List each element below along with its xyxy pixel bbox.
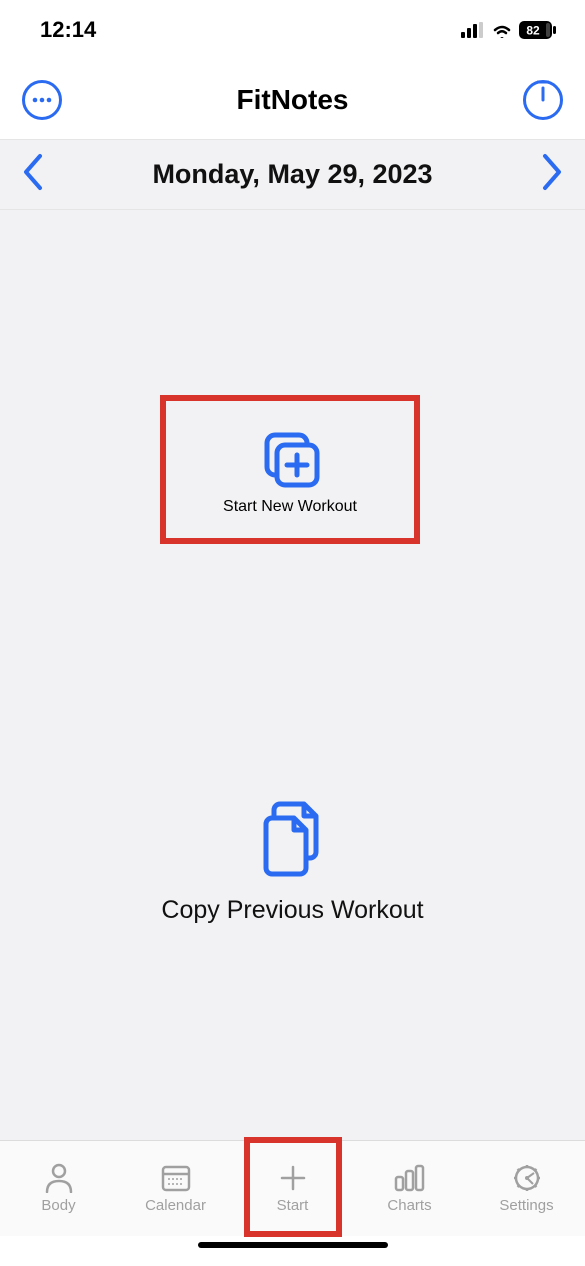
app-title: FitNotes	[237, 84, 349, 116]
more-button[interactable]	[22, 80, 62, 120]
start-new-workout-button[interactable]: Start New Workout	[186, 431, 394, 516]
tab-charts[interactable]: Charts	[351, 1141, 468, 1236]
cellular-icon	[461, 22, 485, 38]
tab-bar: Body Calendar Start Charts Settings	[0, 1140, 585, 1236]
highlight-new-workout: Start New Workout	[160, 395, 420, 544]
date-bar: Monday, May 29, 2023	[0, 140, 585, 210]
copy-previous-workout-button[interactable]: Copy Previous Workout	[133, 800, 453, 925]
nav-bar: FitNotes	[0, 60, 585, 140]
home-indicator	[198, 1242, 388, 1248]
tab-calendar[interactable]: Calendar	[117, 1141, 234, 1236]
more-icon	[32, 97, 52, 103]
wifi-icon	[491, 22, 513, 38]
tab-body[interactable]: Body	[0, 1141, 117, 1236]
gear-icon	[511, 1163, 543, 1193]
tab-settings-label: Settings	[499, 1197, 553, 1214]
battery-icon: 82	[519, 21, 557, 39]
home-indicator-area	[0, 1236, 585, 1266]
status-time: 12:14	[40, 17, 96, 43]
bars-icon	[393, 1163, 427, 1193]
chevron-left-icon	[22, 152, 44, 192]
tab-charts-label: Charts	[387, 1197, 431, 1214]
tab-settings[interactable]: Settings	[468, 1141, 585, 1236]
tab-start-label: Start	[277, 1197, 309, 1214]
stopwatch-icon	[523, 80, 563, 120]
calendar-icon	[160, 1163, 192, 1193]
add-copy-icon	[255, 431, 325, 493]
tab-calendar-label: Calendar	[145, 1197, 206, 1214]
prev-day-button[interactable]	[22, 152, 44, 197]
timer-button[interactable]	[523, 80, 563, 120]
main-content: Start New Workout Copy Previous Workout	[0, 210, 585, 1140]
copy-file-icon	[260, 800, 326, 878]
plus-icon	[277, 1163, 309, 1193]
chevron-right-icon	[541, 152, 563, 192]
current-date[interactable]: Monday, May 29, 2023	[152, 159, 432, 190]
status-indicators: 82	[461, 21, 557, 39]
tab-start[interactable]: Start	[234, 1141, 351, 1236]
status-bar: 12:14 82	[0, 0, 585, 60]
next-day-button[interactable]	[541, 152, 563, 197]
start-new-workout-label: Start New Workout	[186, 498, 394, 516]
tab-body-label: Body	[41, 1197, 75, 1214]
copy-previous-workout-label: Copy Previous Workout	[161, 896, 423, 925]
person-icon	[43, 1163, 75, 1193]
svg-text:82: 82	[526, 24, 540, 38]
